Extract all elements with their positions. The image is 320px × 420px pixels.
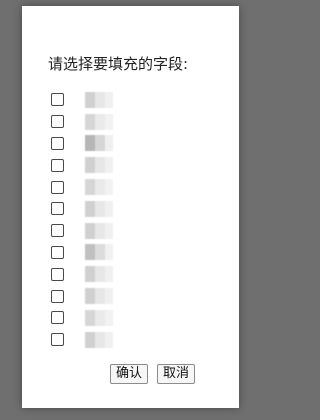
field-label-obscured	[85, 135, 119, 152]
field-label-obscured	[85, 179, 113, 196]
field-checkbox[interactable]	[51, 311, 64, 325]
field-row[interactable]	[51, 329, 221, 351]
field-row[interactable]	[51, 285, 221, 307]
fill-fields-dialog: 请选择要填充的字段: 确认 取消	[22, 6, 239, 408]
dialog-title: 请选择要填充的字段:	[48, 55, 189, 73]
field-checkbox[interactable]	[51, 289, 64, 303]
field-label-obscured	[85, 91, 113, 108]
field-checkbox[interactable]	[51, 224, 64, 238]
field-checkbox[interactable]	[51, 158, 64, 172]
field-label-obscured	[85, 309, 115, 326]
field-checkbox[interactable]	[51, 93, 64, 107]
dialog-buttons: 确认 取消	[110, 364, 196, 384]
field-checkbox[interactable]	[51, 180, 64, 194]
field-row[interactable]	[51, 133, 221, 155]
field-row[interactable]	[51, 220, 221, 242]
field-label-obscured	[85, 288, 119, 305]
field-checkbox[interactable]	[51, 136, 64, 150]
field-checkbox[interactable]	[51, 333, 64, 347]
field-label-obscured	[85, 244, 119, 261]
field-checkbox[interactable]	[51, 202, 64, 216]
field-checkbox[interactable]	[51, 245, 64, 259]
field-label-obscured	[85, 200, 119, 217]
cancel-button[interactable]: 取消	[157, 364, 196, 384]
field-row[interactable]	[51, 198, 221, 220]
confirm-button[interactable]: 确认	[110, 364, 149, 384]
field-checkbox[interactable]	[51, 115, 64, 129]
field-row[interactable]	[51, 154, 221, 176]
field-label-obscured	[85, 113, 115, 130]
field-row[interactable]	[51, 263, 221, 285]
field-list	[51, 89, 221, 351]
field-row[interactable]	[51, 176, 221, 198]
field-label-obscured	[85, 222, 119, 239]
field-row[interactable]	[51, 307, 221, 329]
field-row[interactable]	[51, 89, 221, 111]
field-label-obscured	[85, 331, 119, 348]
field-row[interactable]	[51, 111, 221, 133]
field-checkbox[interactable]	[51, 267, 64, 281]
field-label-obscured	[85, 157, 119, 174]
field-row[interactable]	[51, 242, 221, 264]
field-label-obscured	[85, 266, 113, 283]
